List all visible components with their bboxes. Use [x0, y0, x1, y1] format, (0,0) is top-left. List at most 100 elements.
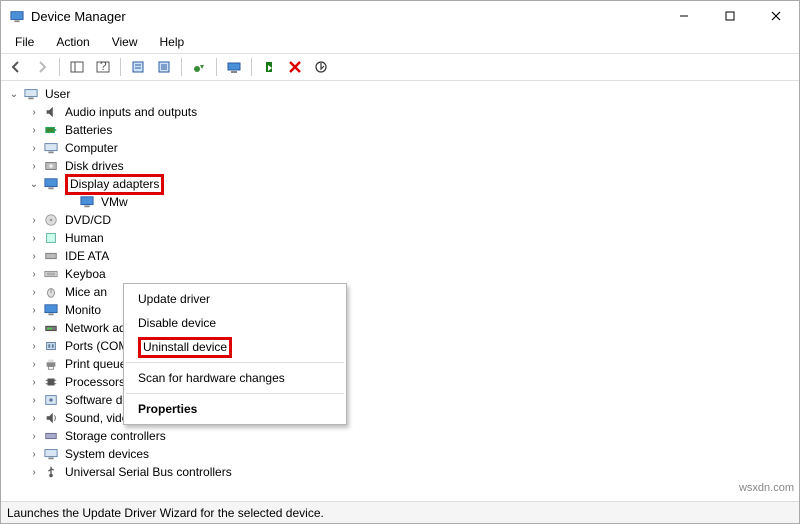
disk-icon	[43, 158, 59, 174]
tree-item[interactable]: VMw	[63, 193, 799, 211]
scan-hardware-button[interactable]	[223, 56, 245, 78]
tree-item[interactable]: ›Storage controllers	[27, 427, 799, 445]
port-icon	[43, 338, 59, 354]
tree-item[interactable]: ⌄ Display adapters	[27, 175, 799, 193]
computer-icon	[43, 140, 59, 156]
tree-item-label: Mice an	[63, 285, 109, 299]
tree-item-label: Disk drives	[63, 159, 126, 173]
minimize-button[interactable]	[661, 1, 707, 31]
tree-item[interactable]: › Batteries	[27, 121, 799, 139]
tree-item[interactable]: › Universal Serial Bus controllers	[27, 463, 799, 481]
show-hide-console-tree-button[interactable]	[66, 56, 88, 78]
tree-item[interactable]: › Human	[27, 229, 799, 247]
expand-icon[interactable]: ›	[27, 251, 41, 262]
ctx-item-label: Uninstall device	[138, 337, 232, 358]
mouse-icon	[43, 284, 59, 300]
expand-icon[interactable]: ›	[27, 467, 41, 478]
expand-icon[interactable]: ›	[27, 341, 41, 352]
menu-help[interactable]: Help	[150, 33, 195, 51]
tree-item[interactable]: ›IDE ATA	[27, 247, 799, 265]
ctx-scan-hardware[interactable]: Scan for hardware changes	[124, 366, 346, 390]
expand-icon[interactable]: ›	[27, 125, 41, 136]
tree-item-label: VMw	[99, 195, 130, 209]
toolbar-separator	[181, 58, 182, 76]
toolbar-separator	[216, 58, 217, 76]
ctx-disable-device[interactable]: Disable device	[124, 311, 346, 335]
tree-item[interactable]: › Computer	[27, 139, 799, 157]
expand-icon[interactable]: ›	[27, 377, 41, 388]
window-title: Device Manager	[31, 9, 661, 24]
ctx-uninstall-device[interactable]: Uninstall device	[124, 335, 346, 359]
expand-icon[interactable]: ›	[27, 287, 41, 298]
usb-icon	[43, 464, 59, 480]
tree-item[interactable]: › Disk drives	[27, 157, 799, 175]
ctx-item-label: Properties	[138, 402, 197, 416]
expand-icon[interactable]: ›	[27, 413, 41, 424]
maximize-button[interactable]	[707, 1, 753, 31]
audio-icon	[43, 104, 59, 120]
update-driver-button[interactable]	[188, 56, 210, 78]
ctx-update-driver[interactable]: Update driver	[124, 287, 346, 311]
expand-icon[interactable]: ›	[27, 449, 41, 460]
tree-item-label: Display adapters	[63, 174, 166, 195]
expand-icon[interactable]: ›	[27, 161, 41, 172]
tree-item[interactable]: › DVD/CD	[27, 211, 799, 229]
tree-item[interactable]: › Keyboa	[27, 265, 799, 283]
tree-item-label: Computer	[63, 141, 120, 155]
back-button[interactable]	[5, 56, 27, 78]
collapse-icon[interactable]: ⌄	[7, 89, 21, 100]
menu-action[interactable]: Action	[46, 33, 99, 51]
ctx-separator	[126, 393, 344, 394]
expand-icon[interactable]: ›	[27, 395, 41, 406]
expand-icon[interactable]: ›	[27, 233, 41, 244]
expand-icon[interactable]: ›	[27, 323, 41, 334]
menu-view[interactable]: View	[102, 33, 148, 51]
context-menu: Update driver Disable device Uninstall d…	[123, 283, 347, 425]
disable-device-button[interactable]	[310, 56, 332, 78]
expand-icon[interactable]: ›	[27, 269, 41, 280]
expand-icon[interactable]: ›	[27, 215, 41, 226]
titlebar: Device Manager	[1, 1, 799, 31]
tree-root-label: User	[43, 87, 72, 101]
menu-file[interactable]: File	[5, 33, 44, 51]
ide-icon	[43, 248, 59, 264]
ctx-separator	[126, 362, 344, 363]
expand-icon[interactable]: ›	[27, 305, 41, 316]
monitor-icon	[43, 302, 59, 318]
tree-item-label: Keyboa	[63, 267, 108, 281]
expand-icon[interactable]: ›	[27, 359, 41, 370]
expand-icon[interactable]: ›	[27, 431, 41, 442]
tree-item-label: Human	[63, 231, 106, 245]
tree-item-label: Monito	[63, 303, 103, 317]
processor-icon	[43, 374, 59, 390]
device-tree: ⌄ User › Audio inputs and outputs › Batteri…	[1, 81, 799, 501]
close-button[interactable]	[753, 1, 799, 31]
software-icon	[43, 392, 59, 408]
dvd-icon	[43, 212, 59, 228]
menubar: File Action View Help	[1, 31, 799, 53]
ctx-properties[interactable]: Properties	[124, 397, 346, 421]
sound-icon	[43, 410, 59, 426]
tree-root[interactable]: ⌄ User	[7, 85, 799, 103]
expand-icon[interactable]: ›	[27, 107, 41, 118]
tree-item[interactable]: › Audio inputs and outputs	[27, 103, 799, 121]
human-icon	[43, 230, 59, 246]
tree-item-label: Audio inputs and outputs	[63, 105, 199, 119]
tree-item-label: Batteries	[63, 123, 114, 137]
help-button[interactable]: ?	[92, 56, 114, 78]
display-adapter-icon	[79, 194, 95, 210]
expand-icon[interactable]: ›	[27, 143, 41, 154]
toolbar-separator	[120, 58, 121, 76]
properties-button[interactable]	[127, 56, 149, 78]
display-icon	[43, 176, 59, 192]
collapse-icon[interactable]: ⌄	[27, 179, 41, 190]
tree-item-label: Universal Serial Bus controllers	[63, 465, 234, 479]
show-hidden-devices-button[interactable]	[153, 56, 175, 78]
uninstall-device-button[interactable]	[284, 56, 306, 78]
enable-device-button[interactable]	[258, 56, 280, 78]
tree-item-label: DVD/CD	[63, 213, 113, 227]
tree-item[interactable]: ›System devices	[27, 445, 799, 463]
battery-icon	[43, 122, 59, 138]
keyboard-icon	[43, 266, 59, 282]
forward-button[interactable]	[31, 56, 53, 78]
